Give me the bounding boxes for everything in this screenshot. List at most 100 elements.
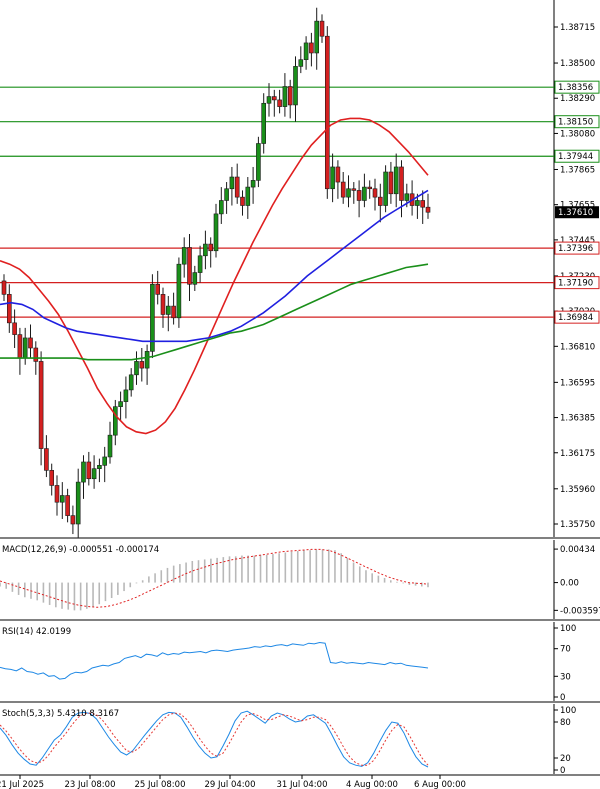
candle-body (261, 102, 267, 144)
candle-body (277, 99, 282, 107)
candle-body (107, 434, 113, 458)
candle-body (245, 186, 251, 206)
candle-body (362, 186, 367, 201)
level-label: 1.36984 (558, 313, 593, 323)
candle-body (144, 351, 150, 369)
candle-body (415, 200, 420, 206)
candle-body (330, 166, 335, 190)
candle-body (113, 406, 118, 436)
candle-body (319, 20, 325, 37)
candle-body (271, 96, 277, 101)
macd-tick-label: 0.00 (560, 579, 579, 589)
macd-tick-label: -0.003597 (560, 606, 600, 616)
stoch-tick-label: 0 (560, 766, 565, 776)
price-tick-label: 1.38080 (560, 129, 595, 139)
price-tick-label: 1.38290 (560, 94, 595, 104)
candle-body (86, 461, 92, 480)
candle-body (356, 190, 362, 201)
candle-body (393, 166, 399, 195)
price-tick-label: 1.36385 (560, 414, 595, 424)
price-tick-label: 1.35960 (560, 485, 595, 495)
candle-body (139, 361, 145, 369)
candle-body (219, 200, 224, 215)
candle-body (187, 247, 192, 285)
candle-body (229, 176, 235, 190)
candle-body (81, 461, 86, 483)
candle-body (22, 337, 28, 359)
candle-body (59, 495, 65, 503)
candle-body (123, 389, 129, 402)
price-tick-label: 1.38715 (560, 23, 595, 33)
candle-body (70, 515, 76, 525)
candle-body (91, 468, 97, 480)
x-tick-label: 4 Aug 00:00 (346, 780, 398, 789)
candle-body (256, 143, 261, 181)
candle-body (351, 188, 357, 191)
candle-body (388, 171, 394, 195)
rsi-label: RSI(14) 42.0199 (2, 627, 71, 637)
candle-body (303, 42, 309, 60)
forex-chart: 1.38715 1.38500 1.38290 1.38080 1.37865 1.376… (0, 0, 600, 789)
x-tick-label: 29 Jul 04:00 (205, 780, 256, 789)
price-tick-label: 1.37865 (560, 165, 595, 175)
rsi-tick-label: 100 (560, 624, 576, 634)
level-label: 1.37944 (558, 152, 593, 162)
candle-body (181, 247, 187, 265)
candle-body (293, 66, 298, 106)
level-label: 1.37190 (558, 279, 593, 289)
price-tick-label: 1.35750 (560, 520, 595, 530)
candle-body (425, 206, 431, 213)
candle-body (118, 401, 123, 407)
stoch-tick-label: 80 (560, 718, 571, 728)
x-tick-label: 23 Jul 08:00 (65, 780, 116, 789)
candle-body (12, 322, 17, 335)
candle-body (224, 188, 229, 201)
candle-body (160, 294, 166, 315)
candle-body (266, 96, 272, 104)
level-label: 1.38150 (558, 118, 593, 128)
candle-body (208, 243, 213, 252)
candle-body (17, 334, 23, 359)
candle-body (166, 305, 171, 315)
candle-body (298, 59, 304, 67)
price-tick-label: 1.38500 (560, 59, 595, 69)
x-tick-label: 25 Jul 08:00 (135, 780, 186, 789)
candle-body (49, 470, 55, 486)
candle-body (399, 166, 404, 201)
candle-body (134, 361, 139, 376)
candle-body (97, 465, 102, 469)
candle-body (240, 196, 245, 206)
rsi-tick-label: 70 (560, 645, 571, 655)
candle-body (309, 42, 314, 54)
macd-label: MACD(12,26,9) -0.000551 -0.000174 (2, 545, 159, 555)
candle-body (346, 188, 351, 198)
candle-body (102, 456, 107, 466)
candle-body (1, 280, 7, 295)
candle-body (38, 361, 44, 449)
x-tick-label: 31 Jul 04:00 (277, 780, 328, 789)
candle-body (377, 196, 383, 206)
candle-body (75, 481, 81, 525)
candle-body (44, 448, 49, 471)
price-tick-label: 1.36810 (560, 342, 595, 352)
candle-body (383, 171, 388, 206)
price-tick-label: 1.36595 (560, 378, 595, 388)
candle-body (287, 86, 293, 106)
candle-body (7, 294, 12, 324)
candle-body (128, 374, 134, 391)
x-tick-label: 6 Aug 00:00 (414, 780, 466, 789)
candle-body (234, 176, 240, 198)
candle-body (171, 305, 176, 319)
candle-body (250, 180, 256, 188)
candle-body (314, 20, 320, 54)
price-tick-label: 1.36175 (560, 449, 595, 459)
x-tick-label: 21 Jul 2025 (0, 780, 44, 789)
candle-body (54, 485, 60, 503)
stoch-tick-label: 100 (560, 706, 576, 716)
candle-body (65, 495, 70, 516)
candle-body (367, 186, 373, 190)
candle-body (192, 272, 198, 285)
stoch-label: Stoch(5,3,3) 5.4310 8.3167 (2, 709, 119, 719)
candle-body (340, 181, 346, 198)
candle-body (197, 255, 203, 273)
